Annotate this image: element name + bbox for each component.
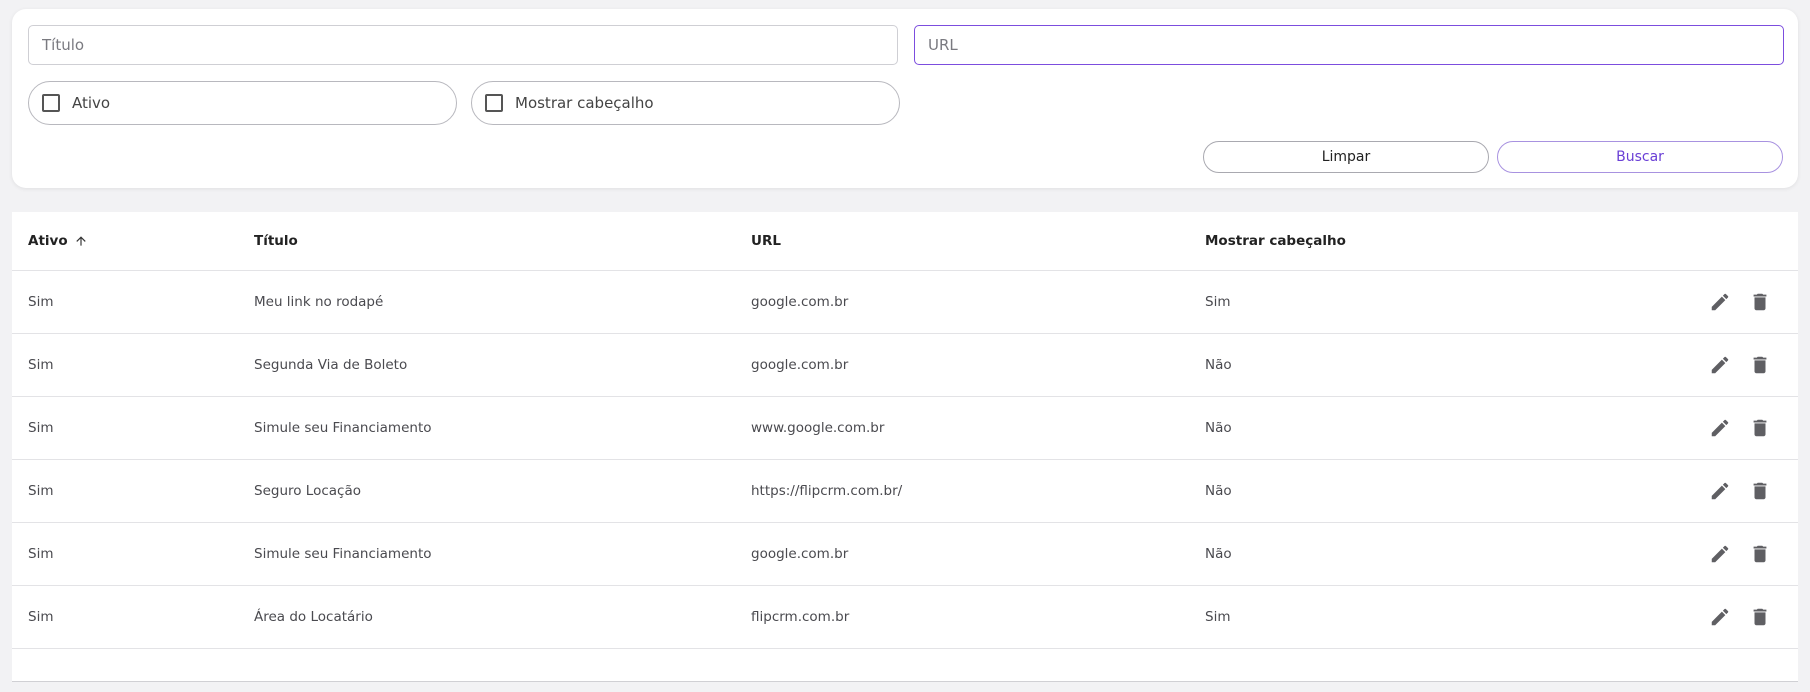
- cell-url: google.com.br: [751, 294, 849, 310]
- url-input[interactable]: [914, 25, 1784, 65]
- row-actions: [1706, 334, 1774, 396]
- cell-ativo: Sim: [28, 609, 54, 625]
- cell-mostrar-cabecalho: Não: [1205, 483, 1232, 499]
- delete-icon[interactable]: [1746, 477, 1774, 505]
- cell-titulo: Segunda Via de Boleto: [254, 357, 408, 373]
- cell-mostrar-cabecalho: Não: [1205, 357, 1232, 373]
- cell-url: flipcrm.com.br: [751, 609, 850, 625]
- table-row: Sim Meu link no rodapé google.com.br Sim: [12, 271, 1798, 334]
- table-row: Sim Área do Locatário flipcrm.com.br Sim: [12, 586, 1798, 649]
- results-table: Ativo Título URL Mostrar cabeçalho Sim M…: [12, 212, 1798, 682]
- cell-titulo: Seguro Locação: [254, 483, 361, 499]
- cell-url: google.com.br: [751, 357, 849, 373]
- cell-url: www.google.com.br: [751, 420, 885, 436]
- row-actions: [1706, 523, 1774, 585]
- table-row: Sim Simule seu Financiamento www.google.…: [12, 397, 1798, 460]
- edit-icon[interactable]: [1706, 414, 1734, 442]
- arrow-up-icon[interactable]: [74, 234, 88, 248]
- table-row: Sim Seguro Locação https://flipcrm.com.b…: [12, 460, 1798, 523]
- cell-mostrar-cabecalho: Sim: [1205, 609, 1231, 625]
- column-header-ativo[interactable]: Ativo: [28, 212, 88, 270]
- ativo-filter-checkbox[interactable]: Ativo: [28, 81, 457, 125]
- cell-titulo: Área do Locatário: [254, 609, 373, 625]
- mostrar-cabecalho-filter-checkbox[interactable]: Mostrar cabeçalho: [471, 81, 900, 125]
- column-header-titulo[interactable]: Título: [254, 212, 298, 270]
- column-header-mostrar-cabecalho[interactable]: Mostrar cabeçalho: [1205, 212, 1346, 270]
- delete-icon[interactable]: [1746, 288, 1774, 316]
- row-actions: [1706, 397, 1774, 459]
- limpar-button[interactable]: Limpar: [1203, 141, 1489, 173]
- checkbox-icon[interactable]: [42, 94, 60, 112]
- row-actions: [1706, 460, 1774, 522]
- filter-panel: Ativo Mostrar cabeçalho Limpar Buscar: [12, 9, 1798, 188]
- delete-icon[interactable]: [1746, 603, 1774, 631]
- cell-url: https://flipcrm.com.br/: [751, 483, 903, 499]
- edit-icon[interactable]: [1706, 351, 1734, 379]
- checkbox-icon[interactable]: [485, 94, 503, 112]
- mostrar-cabecalho-filter-label: Mostrar cabeçalho: [515, 94, 654, 112]
- table-header-row: Ativo Título URL Mostrar cabeçalho: [12, 212, 1798, 271]
- edit-icon[interactable]: [1706, 288, 1734, 316]
- edit-icon[interactable]: [1706, 540, 1734, 568]
- delete-icon[interactable]: [1746, 540, 1774, 568]
- table-row: Sim Segunda Via de Boleto google.com.br …: [12, 334, 1798, 397]
- ativo-filter-label: Ativo: [72, 94, 111, 112]
- row-actions: [1706, 586, 1774, 648]
- titulo-input[interactable]: [28, 25, 898, 65]
- table-row: Sim Simule seu Financiamento google.com.…: [12, 523, 1798, 586]
- cell-ativo: Sim: [28, 357, 54, 373]
- cell-titulo: Simule seu Financiamento: [254, 546, 432, 562]
- cell-ativo: Sim: [28, 546, 54, 562]
- cell-titulo: Meu link no rodapé: [254, 294, 384, 310]
- column-header-url[interactable]: URL: [751, 212, 781, 270]
- row-actions: [1706, 271, 1774, 333]
- cell-ativo: Sim: [28, 420, 54, 436]
- cell-mostrar-cabecalho: Não: [1205, 546, 1232, 562]
- cell-mostrar-cabecalho: Não: [1205, 420, 1232, 436]
- cell-ativo: Sim: [28, 483, 54, 499]
- cell-titulo: Simule seu Financiamento: [254, 420, 432, 436]
- column-header-ativo-label: Ativo: [28, 233, 68, 249]
- buscar-button[interactable]: Buscar: [1497, 141, 1783, 173]
- cell-ativo: Sim: [28, 294, 54, 310]
- edit-icon[interactable]: [1706, 603, 1734, 631]
- delete-icon[interactable]: [1746, 414, 1774, 442]
- cell-url: google.com.br: [751, 546, 849, 562]
- cell-mostrar-cabecalho: Sim: [1205, 294, 1231, 310]
- edit-icon[interactable]: [1706, 477, 1734, 505]
- delete-icon[interactable]: [1746, 351, 1774, 379]
